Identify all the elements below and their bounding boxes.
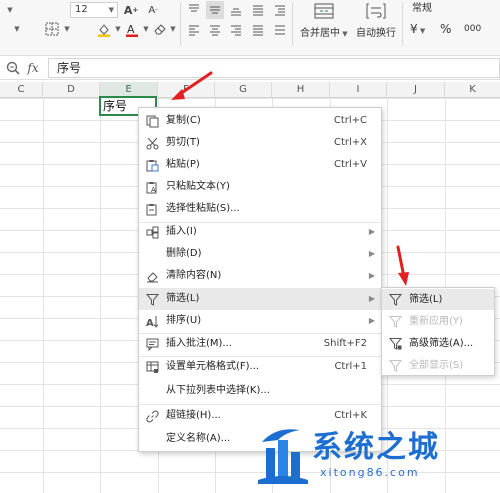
watermark-subtitle: xitong86.com	[320, 466, 420, 479]
watermark-logo: 系统之城 xitong86.com	[252, 420, 497, 490]
red-arrow-icon	[396, 245, 409, 286]
watermark-title: 系统之城	[312, 430, 440, 465]
red-arrow-icon	[171, 71, 213, 100]
city-logo-icon	[258, 429, 308, 484]
